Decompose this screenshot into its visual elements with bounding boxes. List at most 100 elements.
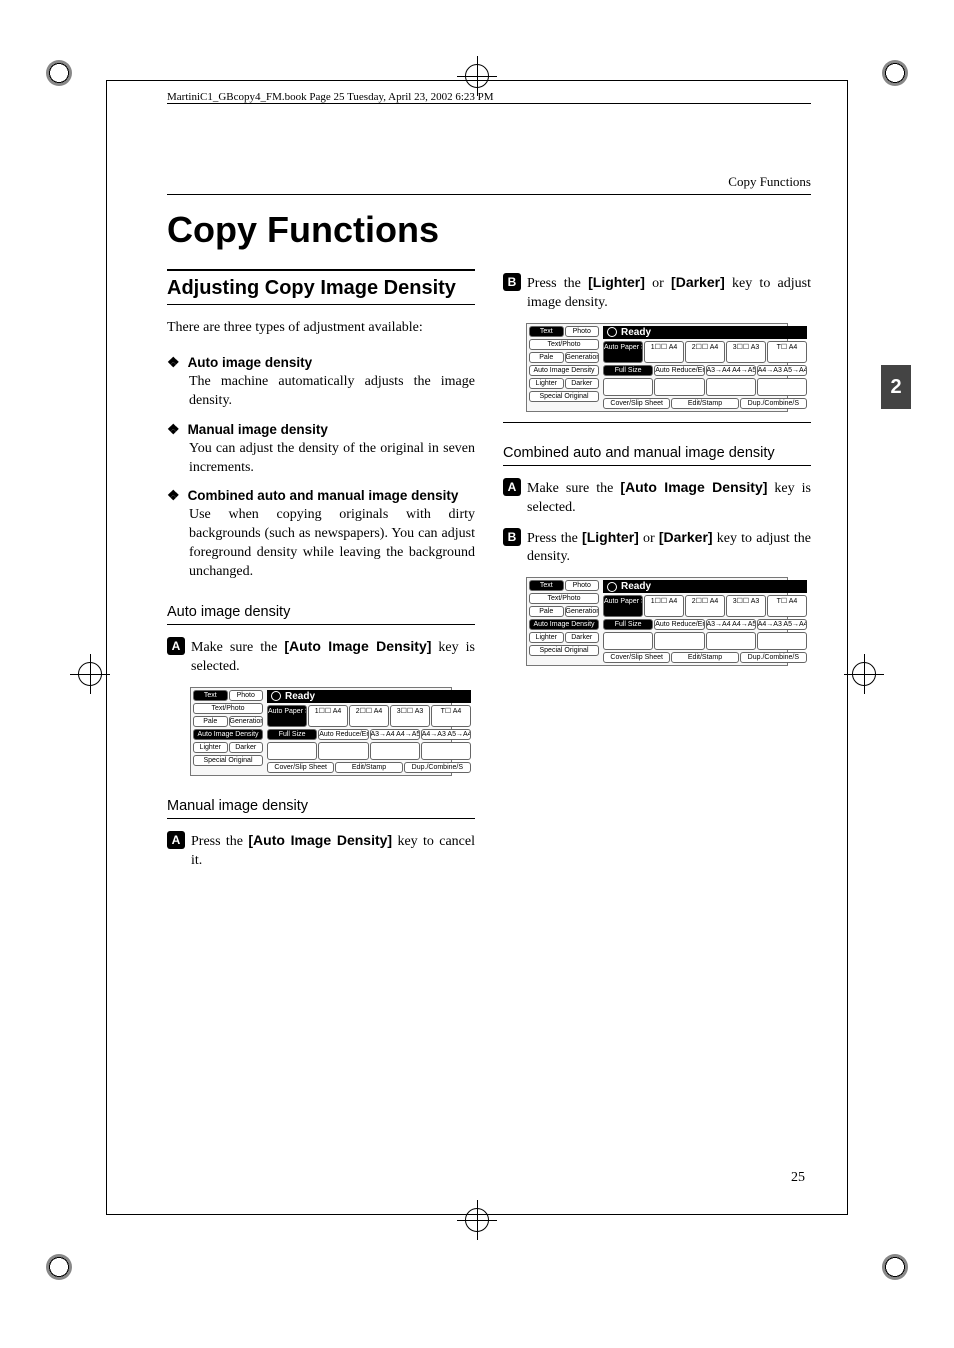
lcd-btn-ratio-1: A3→A4 A4→A5 bbox=[706, 619, 756, 630]
lcd-btn-cover-slip: Cover/Slip Sheet bbox=[603, 398, 670, 409]
lcd-btn-textphoto: Text/Photo bbox=[193, 703, 263, 714]
step-text-pre: Press the bbox=[191, 834, 248, 849]
lcd-icon-slot bbox=[603, 632, 653, 650]
lcd-tray-3: 3☐☐ A3 bbox=[726, 341, 766, 363]
step-number-icon: A bbox=[167, 831, 185, 849]
ready-icon bbox=[607, 582, 617, 592]
lcd-btn-generation: Generation bbox=[565, 606, 600, 617]
step-text-mid: or bbox=[639, 531, 659, 546]
lcd-btn-pale: Pale bbox=[193, 716, 228, 727]
diamond-icon: ❖ bbox=[167, 354, 180, 371]
lcd-btn-special-original: Special Original bbox=[529, 391, 599, 402]
lcd-figure-manual-density: Text Photo Text/Photo Pale Generation Au… bbox=[526, 323, 788, 412]
lcd-btn-pale: Pale bbox=[529, 606, 564, 617]
lcd-tray-2: 2☐☐ A4 bbox=[685, 341, 725, 363]
lcd-icon-slot bbox=[757, 378, 807, 396]
step-1: A Make sure the [Auto Image Density] key… bbox=[167, 637, 475, 677]
lcd-icon-slot bbox=[421, 742, 471, 760]
lcd-btn-cover-slip: Cover/Slip Sheet bbox=[267, 762, 334, 773]
key-label-darker: [Darker] bbox=[671, 274, 725, 290]
lcd-btn-textphoto: Text/Photo bbox=[529, 593, 599, 604]
lcd-btn-auto-paper: Auto Paper Select ▶ bbox=[603, 595, 643, 617]
lcd-icon-slot bbox=[654, 378, 704, 396]
lcd-btn-ratio-1: A3→A4 A4→A5 bbox=[706, 365, 756, 376]
lcd-btn-photo: Photo bbox=[229, 690, 264, 701]
lcd-btn-dup-combine: Dup./Combine/S bbox=[740, 652, 807, 663]
lcd-tray-3: 3☐☐ A3 bbox=[390, 705, 430, 727]
lcd-figure-auto-density: Text Photo Text/Photo Pale Generation Au… bbox=[190, 687, 452, 776]
lcd-status-ready: Ready bbox=[267, 690, 471, 703]
step-text-pre: Make sure the bbox=[191, 640, 284, 655]
lcd-icon-slot bbox=[654, 632, 704, 650]
left-column: Adjusting Copy Image Density There are t… bbox=[167, 269, 475, 881]
lcd-icon-slot bbox=[370, 742, 420, 760]
subhead-combined-density: Combined auto and manual image density bbox=[503, 445, 811, 466]
lcd-btn-dup-combine: Dup./Combine/S bbox=[404, 762, 471, 773]
lcd-btn-full-size: Full Size bbox=[267, 729, 317, 740]
lcd-btn-auto-paper: Auto Paper Select ▶ bbox=[267, 705, 307, 727]
step-text: Press the [Lighter] or [Darker] key to a… bbox=[527, 273, 811, 313]
page-frame: MartiniC1_GBcopy4_FM.book Page 25 Tuesda… bbox=[106, 80, 848, 1215]
lcd-status-text: Ready bbox=[285, 691, 315, 702]
lcd-btn-lighter: Lighter bbox=[529, 632, 564, 643]
lcd-icon-slot bbox=[706, 632, 756, 650]
lcd-btn-ratio-2: A4→A3 A5→A4 bbox=[757, 365, 807, 376]
lcd-figure-combined-density: Text Photo Text/Photo Pale Generation Au… bbox=[526, 577, 788, 666]
bullet-title: Manual image density bbox=[188, 422, 328, 437]
lcd-tray-2: 2☐☐ A4 bbox=[349, 705, 389, 727]
lcd-btn-text: Text bbox=[529, 580, 564, 591]
step-text-pre: Make sure the bbox=[527, 481, 620, 496]
lcd-btn-photo: Photo bbox=[565, 326, 600, 337]
step-number-icon: B bbox=[503, 273, 521, 291]
lcd-tray-2: 2☐☐ A4 bbox=[685, 595, 725, 617]
lcd-btn-darker: Darker bbox=[565, 378, 600, 389]
lcd-btn-full-size: Full Size bbox=[603, 619, 653, 630]
subhead-auto-image-density: Auto image density bbox=[167, 604, 475, 625]
step-number-icon: A bbox=[167, 637, 185, 655]
lcd-btn-full-size: Full Size bbox=[603, 365, 653, 376]
lcd-status-ready: Ready bbox=[603, 580, 807, 593]
lcd-btn-auto-paper: Auto Paper Select ▶ bbox=[603, 341, 643, 363]
lcd-tray-1: 1☐☐ A4 bbox=[644, 341, 684, 363]
key-label-auto-image-density: [Auto Image Density] bbox=[248, 832, 392, 848]
lcd-btn-generation: Generation bbox=[229, 716, 264, 727]
lcd-btn-edit-stamp: Edit/Stamp bbox=[335, 762, 402, 773]
lcd-icon-slot bbox=[706, 378, 756, 396]
lcd-tray-1: 1☐☐ A4 bbox=[644, 595, 684, 617]
diamond-icon: ❖ bbox=[167, 421, 180, 438]
section-heading-adjusting: Adjusting Copy Image Density bbox=[167, 269, 475, 305]
step-text-mid: or bbox=[645, 276, 671, 291]
step-1: A Press the [Auto Image Density] key to … bbox=[167, 831, 475, 871]
lcd-btn-lighter: Lighter bbox=[193, 742, 228, 753]
page-number: 25 bbox=[791, 1170, 805, 1186]
intro-text: There are three types of adjustment avai… bbox=[167, 319, 475, 338]
lcd-btn-special-original: Special Original bbox=[193, 755, 263, 766]
key-label-auto-image-density: [Auto Image Density] bbox=[620, 479, 767, 495]
lcd-btn-ratio-2: A4→A3 A5→A4 bbox=[421, 729, 471, 740]
registration-mark-right bbox=[844, 654, 884, 694]
step-text-pre: Press the bbox=[527, 276, 588, 291]
lcd-btn-darker: Darker bbox=[565, 632, 600, 643]
step-2: B Press the [Lighter] or [Darker] key to… bbox=[503, 528, 811, 568]
lcd-btn-auto-image-density: Auto Image Density bbox=[529, 365, 599, 376]
right-column: B Press the [Lighter] or [Darker] key to… bbox=[503, 269, 811, 881]
lcd-btn-ratio-1: A3→A4 A4→A5 bbox=[370, 729, 420, 740]
lcd-icon-slot bbox=[318, 742, 368, 760]
lcd-tray-4: T☐ A4 bbox=[431, 705, 471, 727]
lcd-icon-slot bbox=[603, 378, 653, 396]
section-rule bbox=[503, 422, 811, 423]
lcd-status-text: Ready bbox=[621, 581, 651, 592]
lcd-btn-edit-stamp: Edit/Stamp bbox=[671, 652, 738, 663]
ready-icon bbox=[271, 691, 281, 701]
step-text-pre: Press the bbox=[527, 531, 582, 546]
lcd-tray-3: 3☐☐ A3 bbox=[726, 595, 766, 617]
bullet-body: Use when copying originals with dirty ba… bbox=[189, 506, 475, 582]
book-source-line: MartiniC1_GBcopy4_FM.book Page 25 Tuesda… bbox=[167, 91, 811, 104]
lcd-icon-slot bbox=[757, 632, 807, 650]
key-label-auto-image-density: [Auto Image Density] bbox=[284, 638, 431, 654]
lcd-btn-text: Text bbox=[529, 326, 564, 337]
step-text: Make sure the [Auto Image Density] key i… bbox=[527, 478, 811, 518]
registration-mark-left bbox=[70, 654, 110, 694]
key-label-lighter: [Lighter] bbox=[588, 274, 645, 290]
step-text: Press the [Auto Image Density] key to ca… bbox=[191, 831, 475, 871]
